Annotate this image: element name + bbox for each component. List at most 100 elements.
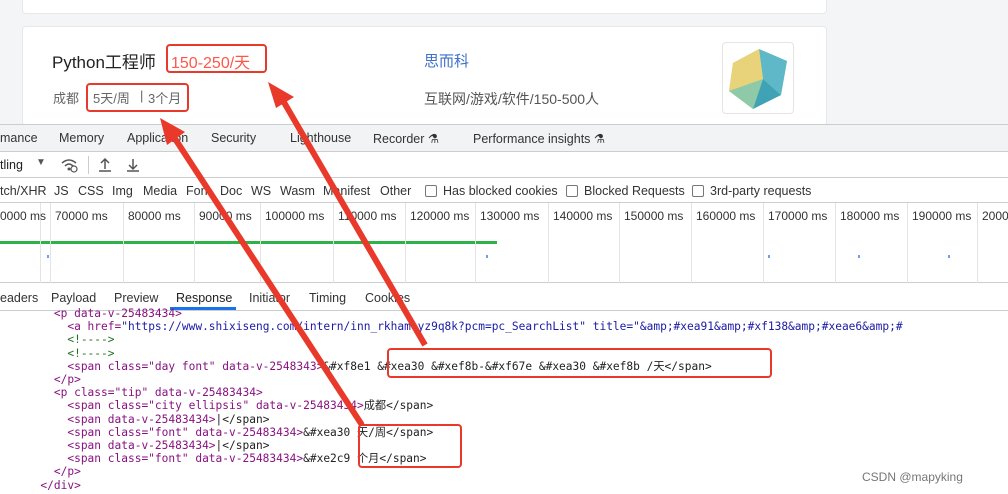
- filter-doc[interactable]: Doc: [220, 184, 242, 198]
- code-line: </p>: [0, 373, 81, 386]
- code-line: <a href="https://www.shixiseng.com/inter…: [0, 320, 903, 334]
- download-icon[interactable]: [126, 157, 140, 173]
- tab-timing[interactable]: Timing: [309, 291, 346, 305]
- code-tag: <span data-v-25483434>: [0, 412, 216, 426]
- devtools-tab-bar: mance Memory Application Security Lighth…: [0, 125, 1008, 152]
- job-title[interactable]: Python工程师: [52, 48, 156, 73]
- company-logo[interactable]: [722, 42, 794, 114]
- code-text: 成都</span>: [363, 399, 434, 413]
- code-line: </div>: [0, 479, 80, 492]
- third-party-checkbox[interactable]: [692, 185, 704, 197]
- tab-payload[interactable]: Payload: [51, 291, 96, 305]
- filter-css[interactable]: CSS: [78, 184, 104, 198]
- timeline-gridline: [691, 203, 692, 283]
- response-code-view[interactable]: <p data-v-25483434> <a href="https://www…: [0, 307, 1008, 494]
- timeline-blue-mark: [858, 255, 860, 258]
- timeline-blue-mark: [47, 255, 49, 258]
- timeline-gridline: [475, 203, 476, 283]
- timeline-tick-label: 190000 ms: [912, 209, 972, 223]
- code-line: <p data-v-25483434>: [0, 307, 182, 320]
- code-text: |</span>: [215, 439, 270, 452]
- timeline-tick-label: 70000 ms: [55, 209, 108, 223]
- blocked-requests-label: Blocked Requests: [584, 184, 685, 198]
- timeline-gridline: [123, 203, 124, 283]
- code-tag: <span class="city ellipsis" data-v-25483…: [0, 399, 364, 413]
- tab-headers[interactable]: eaders: [0, 291, 38, 305]
- tab-initiator[interactable]: Initiator: [249, 291, 290, 305]
- tab-recorder[interactable]: Recorder ⚗: [373, 131, 439, 146]
- company-industry: 互联网/游戏/软件/150-500人: [424, 91, 600, 107]
- timeline-gridline: [835, 203, 836, 283]
- timeline-gridline: [260, 203, 261, 283]
- code-tag: <span class="font" data-v-25483434>: [0, 425, 304, 439]
- blocked-cookies-label: Has blocked cookies: [443, 184, 558, 198]
- filter-font[interactable]: Font: [186, 184, 211, 198]
- chevron-down-icon[interactable]: ▼: [36, 157, 46, 168]
- timeline-tick-label: 130000 ms: [480, 209, 540, 223]
- filter-ws[interactable]: WS: [251, 184, 271, 198]
- tab-security[interactable]: Security: [211, 131, 256, 145]
- code-tag: <span class="font" data-v-25483434>: [0, 452, 304, 466]
- tab-response[interactable]: Response: [176, 291, 232, 305]
- timeline-gridline: [194, 203, 195, 283]
- code-tag: <!---->: [0, 333, 115, 347]
- filter-fetch-xhr[interactable]: tch/XHR: [0, 184, 47, 198]
- timeline-blue-mark: [486, 255, 488, 258]
- tab-memory[interactable]: Memory: [59, 131, 104, 145]
- timeline-tick-label: 2000: [982, 209, 1008, 223]
- company-logo-image: [729, 49, 787, 109]
- code-tag: <span data-v-25483434>: [0, 439, 216, 452]
- tab-preview[interactable]: Preview: [114, 291, 158, 305]
- filter-bar: tch/XHR JS CSS Img Media Font Doc WS Was…: [0, 178, 1008, 203]
- tab-lighthouse[interactable]: Lighthouse: [290, 131, 351, 145]
- wifi-icon[interactable]: [60, 157, 78, 173]
- code-tag: <a href=: [0, 320, 122, 334]
- code-line: <p class="tip" data-v-25483434>: [0, 386, 263, 399]
- timeline-gridline: [907, 203, 908, 283]
- upload-icon[interactable]: [98, 157, 112, 173]
- timeline-tick-label: 170000 ms: [768, 209, 828, 223]
- throttle-select[interactable]: tling: [0, 158, 23, 172]
- tab-application[interactable]: Application: [127, 131, 188, 145]
- tab-performance[interactable]: mance: [0, 131, 38, 145]
- previous-job-card[interactable]: [22, 0, 827, 14]
- third-party-label: 3rd-party requests: [710, 184, 812, 198]
- tab-cookies[interactable]: Cookies: [365, 291, 410, 305]
- filter-img[interactable]: Img: [112, 184, 133, 198]
- filter-wasm[interactable]: Wasm: [280, 184, 315, 198]
- day-font-highlight-box: [387, 348, 772, 378]
- code-tag: <span class="day font" data-v-2548343>: [0, 359, 324, 373]
- job-city: 成都: [53, 91, 80, 106]
- code-line: <span data-v-25483434>|</span>: [0, 413, 269, 426]
- tab-performance-insights[interactable]: Performance insights ⚗: [473, 131, 605, 146]
- timeline-blue-mark: [768, 255, 770, 258]
- code-line: <span class="city ellipsis" data-v-25483…: [0, 399, 433, 412]
- toolbar-divider: [88, 156, 89, 174]
- timeline-gridline: [763, 203, 764, 283]
- filter-other[interactable]: Other: [380, 184, 411, 198]
- timeline-tick-label: 0000 ms: [0, 209, 47, 223]
- filter-manifest[interactable]: Manifest: [323, 184, 370, 198]
- blocked-requests-checkbox[interactable]: [566, 185, 578, 197]
- timeline-tick-label: 110000 ms: [338, 209, 397, 223]
- filter-js[interactable]: JS: [54, 184, 69, 198]
- code-line: <span data-v-25483434>|</span>: [0, 439, 269, 452]
- network-timeline[interactable]: 0000 ms 70000 ms 80000 ms 90000 ms 100000 ms…: [0, 203, 1008, 283]
- company-name[interactable]: 思而科: [424, 50, 469, 71]
- timeline-gridline: [619, 203, 620, 283]
- timeline-gridline: [50, 203, 51, 283]
- code-line: </p>: [0, 465, 81, 478]
- timeline-tick-label: 90000 ms: [199, 209, 252, 223]
- timeline-gridline: [405, 203, 406, 283]
- code-tag: <p class="tip" data-v-25483434>: [0, 386, 263, 400]
- timeline-blue-mark: [948, 255, 950, 258]
- code-line: <!---->: [0, 333, 115, 347]
- code-text: "https://www.shixiseng.com/intern/inn_rk…: [121, 320, 903, 334]
- devtools-panel: mance Memory Application Security Lighth…: [0, 124, 1008, 494]
- filter-media[interactable]: Media: [143, 184, 177, 198]
- timeline-tick-label: 80000 ms: [128, 209, 181, 223]
- code-tag: </p>: [0, 465, 81, 479]
- blocked-cookies-checkbox[interactable]: [425, 185, 437, 197]
- salary-highlight-box: [166, 44, 267, 73]
- code-tag: <p data-v-25483434>: [0, 307, 182, 320]
